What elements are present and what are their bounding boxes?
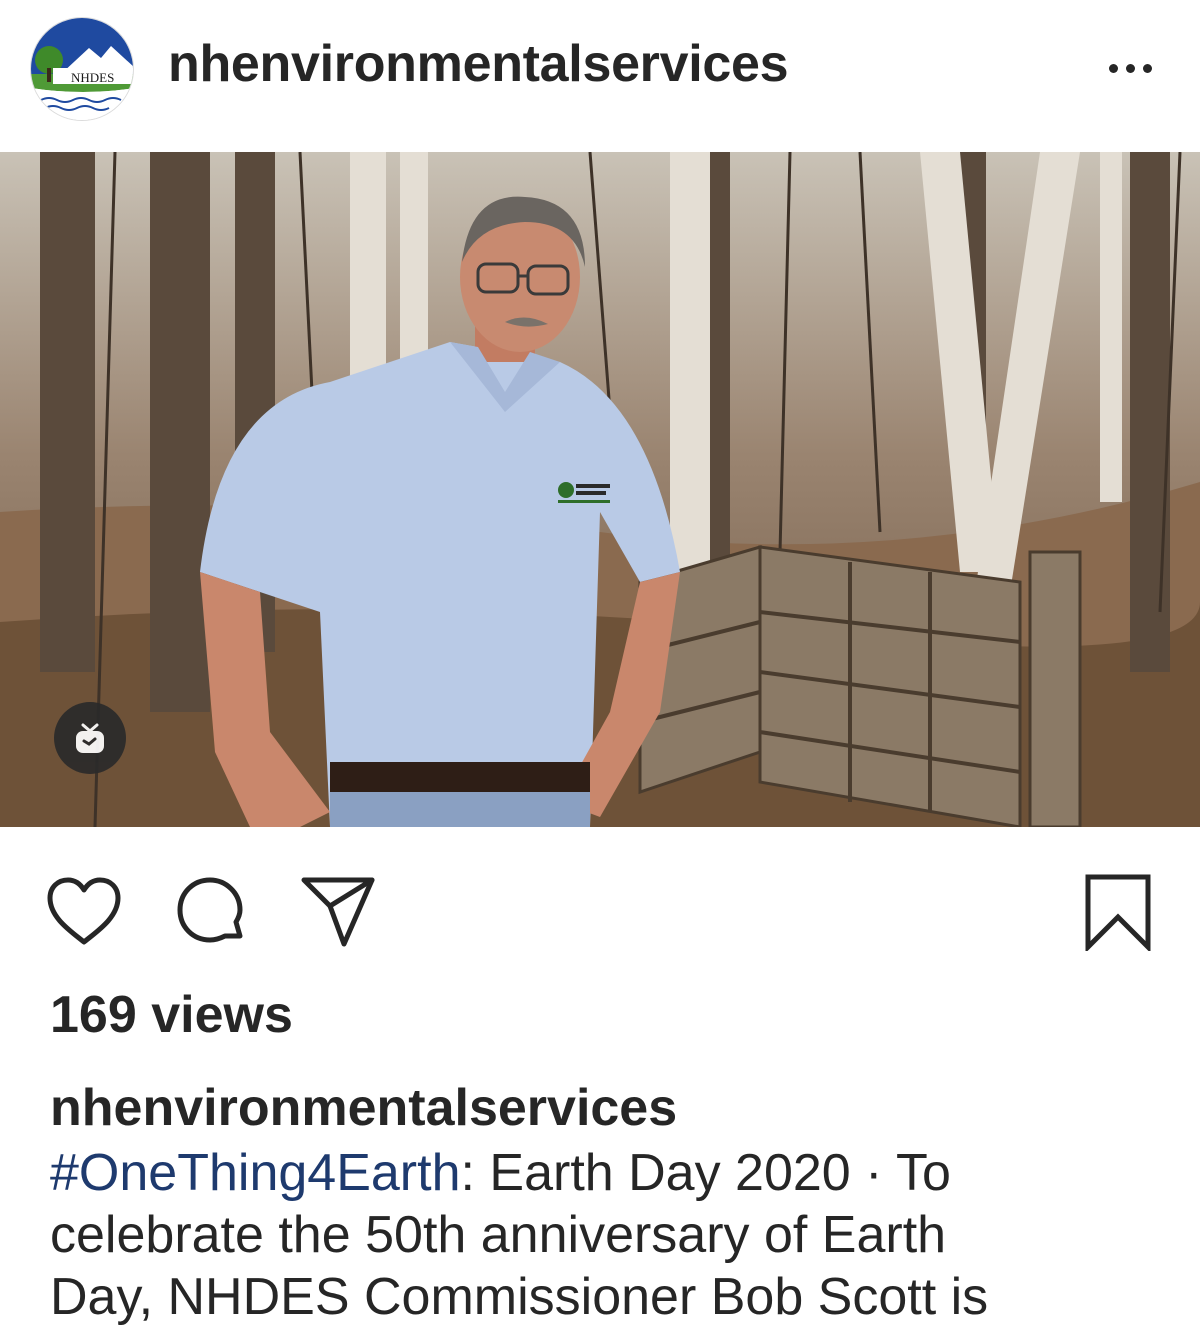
comment-icon	[177, 877, 243, 943]
caption-text: #OneThing4Earth: Earth Day 2020 · To cel…	[50, 1142, 1160, 1328]
header-username[interactable]: nhenvironmentalservices	[168, 34, 789, 94]
save-button[interactable]	[1070, 864, 1166, 960]
avatar-label: NHDES	[71, 70, 115, 85]
caption-line-1: #OneThing4Earth: Earth Day 2020 · To	[50, 1142, 1160, 1204]
heart-icon	[47, 877, 121, 945]
more-horizontal-icon	[1108, 63, 1118, 73]
comment-button[interactable]	[162, 864, 258, 960]
igtv-icon	[76, 723, 104, 753]
more-options-button[interactable]	[1098, 50, 1162, 86]
post-video[interactable]	[0, 152, 1200, 827]
caption-username[interactable]: nhenvironmentalservices	[50, 1078, 677, 1138]
post-header: NHDES nhenvironmentalservices	[0, 0, 1200, 152]
caption-line-2: celebrate the 50th anniversary of Earth	[50, 1206, 947, 1264]
views-count[interactable]: 169 views	[50, 985, 293, 1045]
bookmark-icon	[1085, 874, 1151, 951]
hashtag-link[interactable]: #OneThing4Earth	[50, 1144, 461, 1202]
avatar[interactable]: NHDES	[30, 17, 134, 121]
igtv-badge	[54, 702, 126, 774]
like-button[interactable]	[36, 864, 132, 960]
caption-text-1: : Earth Day 2020 · To	[460, 1144, 951, 1202]
share-button[interactable]	[290, 864, 386, 960]
caption-line-3: Day, NHDES Commissioner Bob Scott is	[50, 1268, 989, 1326]
action-bar	[0, 840, 1200, 970]
paper-plane-icon	[301, 877, 375, 947]
